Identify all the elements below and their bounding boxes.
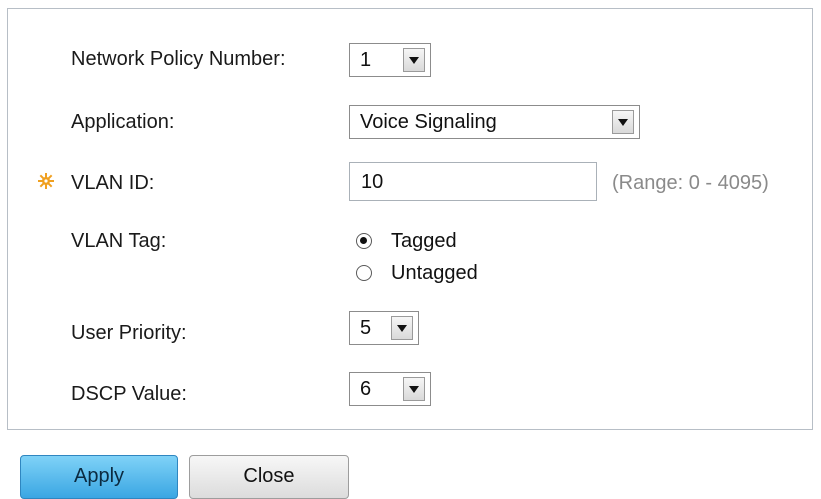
application-value: Voice Signaling <box>360 111 497 133</box>
chevron-down-icon[interactable] <box>391 316 413 340</box>
chevron-down-icon[interactable] <box>612 110 634 134</box>
application-label: Application: <box>71 111 175 133</box>
vlan-tag-tagged-label[interactable]: Tagged <box>391 230 457 253</box>
vlan-id-label: VLAN ID: <box>71 172 155 194</box>
dscp-value-select[interactable]: 6 <box>349 372 431 406</box>
close-button[interactable]: Close <box>189 455 349 499</box>
user-priority-value: 5 <box>360 317 372 339</box>
network-policy-form-page: Network Policy Number: 1 Application: Vo… <box>0 0 821 499</box>
network-policy-number-label: Network Policy Number: <box>71 48 286 70</box>
dscp-value-value: 6 <box>360 378 372 400</box>
user-priority-select[interactable]: 5 <box>349 311 419 345</box>
dscp-value-label: DSCP Value: <box>71 383 187 405</box>
required-icon <box>38 173 54 189</box>
user-priority-label: User Priority: <box>71 322 187 344</box>
chevron-down-icon[interactable] <box>403 377 425 401</box>
network-policy-number-value: 1 <box>360 49 372 71</box>
network-policy-number-select[interactable]: 1 <box>349 43 431 77</box>
vlan-id-range-hint: (Range: 0 - 4095) <box>612 172 769 194</box>
vlan-tag-label: VLAN Tag: <box>71 230 167 252</box>
apply-button[interactable]: Apply <box>20 455 178 499</box>
radio-selected-dot <box>360 237 367 244</box>
vlan-tag-untagged-label[interactable]: Untagged <box>391 262 478 285</box>
vlan-tag-tagged-radio[interactable] <box>356 233 372 249</box>
vlan-id-input[interactable]: 10 <box>349 162 597 201</box>
chevron-down-icon[interactable] <box>403 48 425 72</box>
vlan-id-value: 10 <box>361 171 384 193</box>
vlan-tag-untagged-radio[interactable] <box>356 265 372 281</box>
application-select[interactable]: Voice Signaling <box>349 105 640 139</box>
